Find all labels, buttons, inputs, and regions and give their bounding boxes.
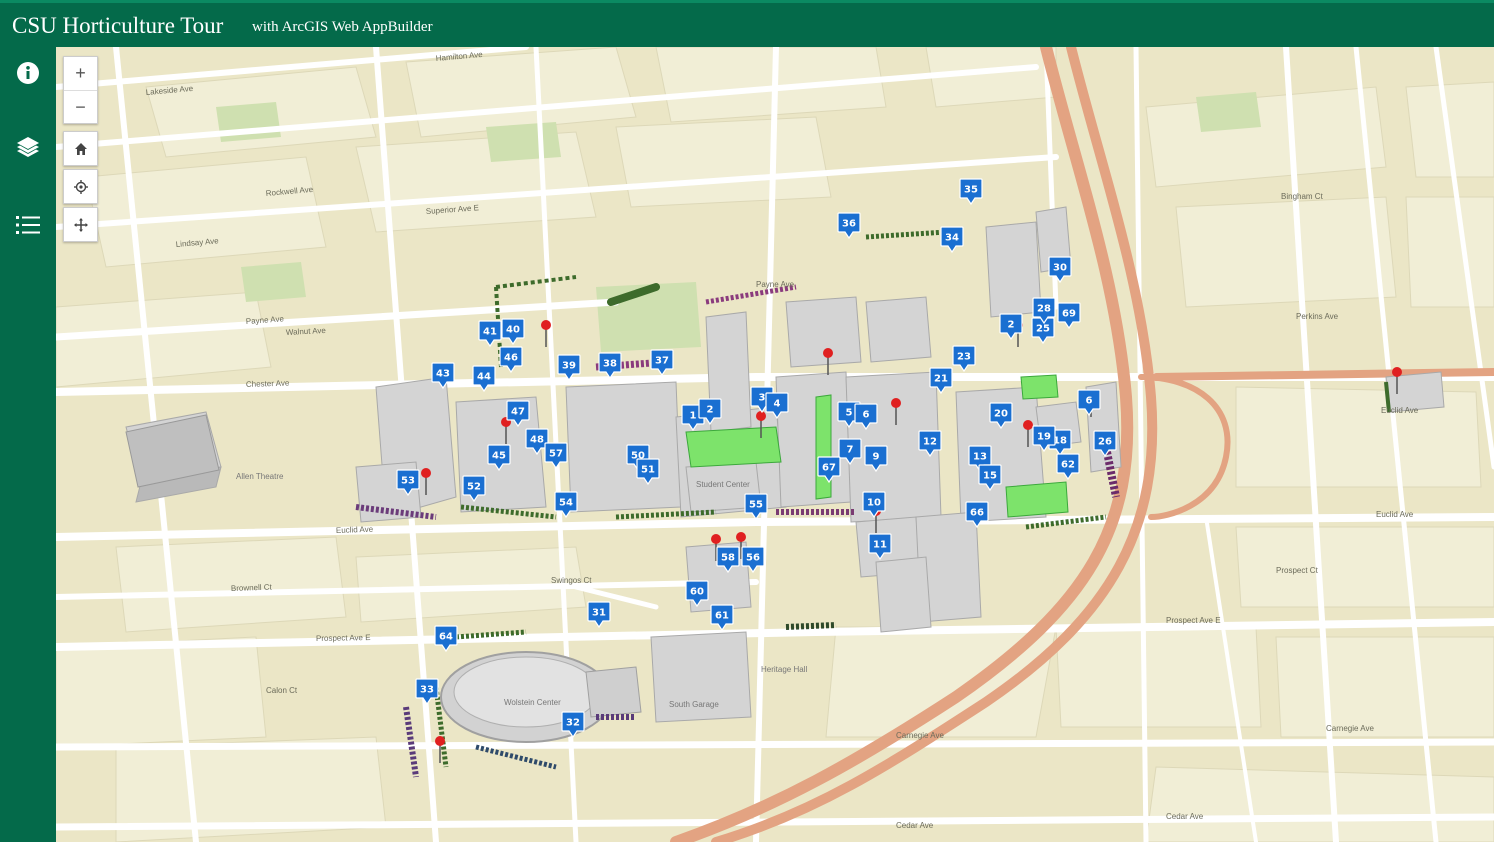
tour-stop-number: 64 bbox=[439, 632, 453, 643]
tour-stop-number: 3 bbox=[759, 393, 766, 404]
tour-stop-number: 31 bbox=[592, 608, 606, 619]
street-label: Bingham Ct bbox=[1281, 192, 1324, 201]
tour-stop-number: 35 bbox=[964, 185, 978, 196]
tour-stop-number: 5 bbox=[846, 408, 853, 419]
tour-stop-number: 43 bbox=[436, 369, 450, 380]
street-label: Cedar Ave bbox=[1166, 812, 1204, 821]
tour-stop-number: 54 bbox=[559, 498, 573, 509]
tour-stop-number: 2 bbox=[707, 405, 714, 416]
layers-icon bbox=[17, 137, 39, 157]
tour-stop-number: 34 bbox=[945, 233, 959, 244]
building-label-student-center: Student Center bbox=[696, 480, 750, 489]
tour-stop-number: 7 bbox=[847, 445, 854, 456]
layers-button[interactable] bbox=[10, 129, 46, 165]
tour-stop-number: 45 bbox=[492, 451, 506, 462]
street-label: Chester Ave bbox=[246, 378, 290, 389]
tour-stop-number: 10 bbox=[867, 498, 881, 509]
tour-stop-number: 32 bbox=[566, 718, 580, 729]
street-label: Euclid Ave bbox=[1381, 406, 1419, 415]
tour-stop-number: 28 bbox=[1037, 304, 1051, 315]
tour-stop-number: 56 bbox=[746, 553, 760, 564]
tour-stop-number: 30 bbox=[1053, 263, 1067, 274]
tour-stop-number: 55 bbox=[749, 500, 763, 511]
street-label: Swingos Ct bbox=[551, 576, 592, 585]
tour-stop-number: 61 bbox=[715, 611, 729, 622]
tour-stop-number: 20 bbox=[994, 409, 1008, 420]
tour-stop-number: 66 bbox=[970, 508, 984, 519]
tour-stop-number: 47 bbox=[511, 407, 525, 418]
tour-stop-number: 15 bbox=[983, 471, 997, 482]
building-label-wolstein: Wolstein Center bbox=[504, 698, 561, 707]
tour-stop-number: 25 bbox=[1036, 324, 1050, 335]
tour-stop-number: 67 bbox=[822, 463, 836, 474]
app-header: CSU Horticulture Tour with ArcGIS Web Ap… bbox=[0, 0, 1494, 47]
tour-stop-number: 19 bbox=[1037, 432, 1051, 443]
street-label: Prospect Ave E bbox=[316, 633, 371, 643]
tour-stop-number: 12 bbox=[923, 437, 937, 448]
info-button[interactable] bbox=[10, 55, 46, 91]
street-label: Euclid Ave bbox=[336, 525, 374, 535]
tour-stop-number: 69 bbox=[1062, 309, 1076, 320]
tour-stop-number: 26 bbox=[1098, 437, 1112, 448]
legend-button[interactable] bbox=[10, 207, 46, 243]
street-label: Cedar Ave bbox=[896, 821, 934, 830]
app-title: CSU Horticulture Tour bbox=[12, 13, 224, 38]
locate-icon bbox=[73, 179, 88, 194]
tour-stop-number: 58 bbox=[721, 553, 735, 564]
street-label: Calon Ct bbox=[266, 686, 298, 695]
building-label-allen-theatre: Allen Theatre bbox=[236, 472, 284, 481]
pan-icon bbox=[73, 217, 88, 232]
zoom-out-button[interactable]: − bbox=[64, 90, 97, 123]
street-label: Prospect Ct bbox=[1276, 566, 1319, 575]
locate-button[interactable] bbox=[63, 169, 98, 204]
tour-stop-number: 33 bbox=[420, 685, 434, 696]
tour-stop-number: 37 bbox=[655, 356, 669, 367]
pan-button[interactable] bbox=[63, 207, 98, 242]
tour-stop-number: 23 bbox=[957, 352, 971, 363]
tour-stop-number: 38 bbox=[603, 359, 617, 370]
info-icon bbox=[17, 62, 39, 84]
home-icon bbox=[74, 142, 87, 155]
tour-stop-number: 9 bbox=[873, 452, 880, 463]
tour-stop-number: 36 bbox=[842, 219, 856, 230]
tour-stop-number: 6 bbox=[863, 410, 870, 421]
street-label: Perkins Ave bbox=[1296, 312, 1339, 321]
tour-stop-number: 46 bbox=[504, 353, 518, 364]
tour-stop-number: 44 bbox=[477, 372, 491, 383]
building-label-heritage-hall: Heritage Hall bbox=[761, 665, 807, 674]
widget-sidebar bbox=[0, 47, 56, 842]
home-button[interactable] bbox=[63, 131, 98, 166]
street-label: Prospect Ave E bbox=[1166, 616, 1221, 625]
building-label-south-garage: South Garage bbox=[669, 700, 719, 709]
tour-stop-number: 11 bbox=[873, 540, 887, 551]
tour-stop-number: 39 bbox=[562, 361, 576, 372]
map-view[interactable]: Lakeside Ave Hamilton Ave Superior Ave E… bbox=[56, 47, 1494, 842]
tour-stop-number: 4 bbox=[774, 399, 781, 410]
street-label: Carnegie Ave bbox=[1326, 724, 1374, 733]
street-label: Payne Ave bbox=[756, 280, 795, 289]
tour-stop-number: 48 bbox=[530, 435, 544, 446]
map-canvas[interactable]: Lakeside Ave Hamilton Ave Superior Ave E… bbox=[56, 47, 1494, 842]
tour-stop-number: 13 bbox=[973, 452, 987, 463]
tour-stop-number: 62 bbox=[1061, 460, 1075, 471]
street-label: Brownell Ct bbox=[231, 583, 273, 593]
tour-stop-number: 53 bbox=[401, 476, 415, 487]
legend-list-icon bbox=[16, 216, 40, 234]
tour-stop-number: 2 bbox=[1008, 320, 1015, 331]
tour-stop-number: 52 bbox=[467, 482, 481, 493]
tour-stop-number: 60 bbox=[690, 587, 704, 598]
tour-stop-number: 51 bbox=[641, 465, 655, 476]
tour-stop-number: 57 bbox=[549, 449, 563, 460]
street-label: Euclid Ave bbox=[1376, 510, 1414, 519]
tour-stop-number: 1 bbox=[690, 411, 697, 422]
tour-stop-number: 21 bbox=[934, 374, 948, 385]
app-subtitle: with ArcGIS Web AppBuilder bbox=[252, 19, 433, 35]
zoom-in-button[interactable]: + bbox=[64, 57, 97, 90]
tour-stop-number: 40 bbox=[506, 325, 520, 336]
zoom-control: + − bbox=[63, 56, 98, 124]
street-label: Carnegie Ave bbox=[896, 731, 944, 740]
tour-stop-number: 6 bbox=[1086, 396, 1093, 407]
tour-stop-number: 41 bbox=[483, 327, 497, 338]
